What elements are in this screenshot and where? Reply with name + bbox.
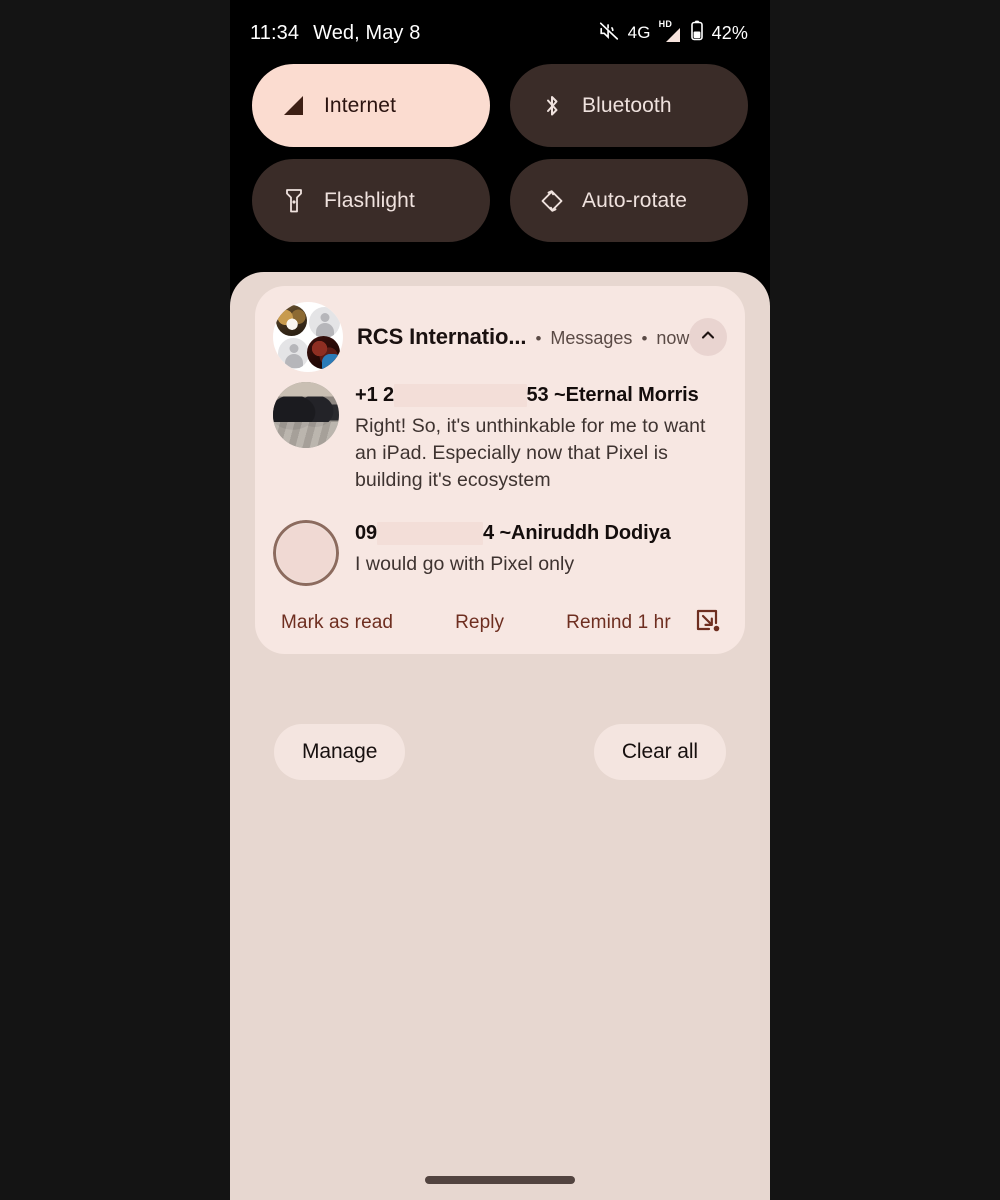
sender-prefix: 09 xyxy=(355,522,378,544)
quick-settings-row-2: Flashlight Auto-rotate xyxy=(230,159,770,242)
message-sender: +1 2XXXXXXXXXX53 ~Eternal Morris xyxy=(355,384,727,407)
notification-app-title: RCS Internatio... xyxy=(357,324,527,349)
collapse-button[interactable] xyxy=(689,318,727,356)
redaction-bar: XXXXXXXX xyxy=(377,522,483,545)
qs-tile-internet[interactable]: Internet xyxy=(252,64,490,147)
car-photo-avatar xyxy=(273,382,339,448)
status-bar: 11:34 Wed, May 8 4G HD 42% xyxy=(230,0,770,66)
notification-card[interactable]: RCS Internatio... • Messages • now +1 2 … xyxy=(255,286,745,654)
open-in-bubble-icon xyxy=(694,607,722,640)
shade-buttons-row: Manage Clear all xyxy=(230,724,770,780)
message-row: 09XXXXXXXX4 ~Aniruddh Dodiya I would go … xyxy=(273,520,727,586)
battery-percent-label: 42% xyxy=(711,22,748,43)
sender-suffix: 4 ~Aniruddh Dodiya xyxy=(482,522,671,544)
phone-screen: 11:34 Wed, May 8 4G HD 42% Internet Blue… xyxy=(230,0,770,1200)
message-text: Right! So, it's unthinkable for me to wa… xyxy=(355,415,706,491)
notification-title-row: RCS Internatio... • Messages • now xyxy=(357,324,689,350)
avatar-quadrant-3 xyxy=(278,338,309,369)
signal-bars-icon: HD xyxy=(658,19,682,44)
qs-tile-bluetooth-label: Bluetooth xyxy=(582,93,672,117)
volume-off-icon xyxy=(598,20,620,47)
chat-bubble-badge-icon xyxy=(322,354,342,370)
message-row: +1 2XXXXXXXXXX53 ~Eternal Morris Right! … xyxy=(273,382,727,494)
message-sender: 09XXXXXXXX4 ~Aniruddh Dodiya xyxy=(355,522,727,545)
notification-header: RCS Internatio... • Messages • now xyxy=(273,302,727,372)
network-type-label: 4G xyxy=(627,23,651,42)
group-avatar-icon xyxy=(273,302,343,372)
qs-tile-flashlight-label: Flashlight xyxy=(324,188,415,212)
qs-tile-bluetooth[interactable]: Bluetooth xyxy=(510,64,748,147)
avatar-quadrant-2 xyxy=(309,307,340,338)
remind-button[interactable]: Remind 1 hr xyxy=(566,612,671,634)
message-body: +1 2XXXXXXXXXX53 ~Eternal Morris Right! … xyxy=(355,382,727,494)
separator-dot-2: • xyxy=(641,329,648,348)
qs-tile-internet-label: Internet xyxy=(324,93,397,117)
qs-tile-flashlight[interactable]: Flashlight xyxy=(252,159,490,242)
open-in-bubble-button[interactable] xyxy=(693,608,723,638)
message-body: 09XXXXXXXX4 ~Aniruddh Dodiya I would go … xyxy=(355,520,727,586)
status-bar-right: 4G HD 42% xyxy=(598,19,748,47)
qs-tile-auto-rotate[interactable]: Auto-rotate xyxy=(510,159,748,242)
bluetooth-icon xyxy=(538,92,566,120)
notification-actions: Mark as read Reply Remind 1 hr xyxy=(273,608,727,642)
auto-rotate-icon xyxy=(538,187,566,215)
status-bar-left: 11:34 Wed, May 8 xyxy=(250,22,420,45)
notification-app-name: Messages xyxy=(550,328,633,348)
sender-prefix: +1 2 xyxy=(355,384,395,406)
battery-icon xyxy=(690,20,704,47)
clear-all-button[interactable]: Clear all xyxy=(593,724,726,780)
quick-settings-row-1: Internet Bluetooth xyxy=(230,64,770,147)
quick-settings-panel: Internet Bluetooth Flashlight Auto-rotat… xyxy=(230,64,770,254)
avatar-quadrant-1 xyxy=(276,305,307,336)
hd-label: HD xyxy=(658,19,673,29)
chevron-up-icon xyxy=(698,325,718,350)
manage-button[interactable]: Manage xyxy=(274,724,406,780)
signal-triangle-icon xyxy=(280,92,308,120)
notification-time: now xyxy=(656,328,690,348)
status-time: 11:34 xyxy=(250,21,300,44)
home-indicator[interactable] xyxy=(425,1176,575,1184)
redaction-bar: XXXXXXXXXX xyxy=(394,384,527,407)
mark-as-read-button[interactable]: Mark as read xyxy=(281,612,393,634)
message-text: I would go with Pixel only xyxy=(355,553,575,575)
flashlight-icon xyxy=(280,187,308,215)
separator-dot-1: • xyxy=(535,329,542,348)
notification-shade: RCS Internatio... • Messages • now +1 2 … xyxy=(230,272,770,1200)
sender-suffix: 53 ~Eternal Morris xyxy=(526,384,699,406)
reply-button[interactable]: Reply xyxy=(455,612,504,634)
qs-tile-auto-rotate-label: Auto-rotate xyxy=(582,188,687,212)
status-date: Wed, May 8 xyxy=(313,21,421,44)
ring-avatar xyxy=(273,520,339,586)
